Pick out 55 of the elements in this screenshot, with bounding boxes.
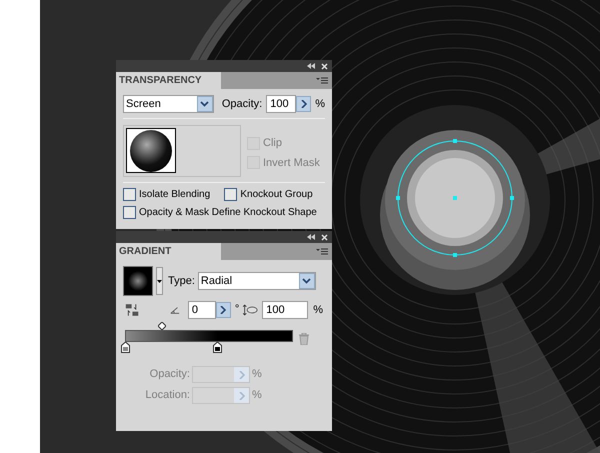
stop-field-label: Opacity: (148, 367, 190, 382)
aspect-ratio-field[interactable]: 100 (262, 301, 308, 319)
collapse-icon[interactable] (307, 63, 315, 69)
panel-tab[interactable]: TRANSPARENCY (116, 72, 221, 89)
chevron-right-icon (220, 306, 226, 314)
chevron-down-icon (200, 101, 210, 107)
thumbnail[interactable] (126, 128, 176, 173)
chevron-down-icon (302, 278, 312, 284)
chevron-right-icon (300, 100, 307, 108)
type-value: Radial (200, 274, 234, 289)
aspect-ratio-icon (243, 303, 258, 317)
chevron-right-icon (238, 370, 244, 378)
type-dropdown[interactable]: Radial (198, 272, 316, 290)
degree-unit: ° (234, 302, 240, 317)
type-label: Type: (168, 274, 195, 289)
stepper-button[interactable] (296, 96, 312, 112)
angle-icon (170, 305, 180, 315)
stop-field[interactable] (192, 387, 250, 404)
opacity-field[interactable]: 100 (266, 95, 296, 113)
collapse-icon[interactable] (307, 234, 315, 240)
stop-field-label: Location: (144, 388, 190, 404)
reverse-gradient-icon[interactable] (125, 302, 140, 318)
color-stop-icon[interactable] (212, 342, 222, 353)
panel-title: GRADIENT (119, 245, 172, 259)
stepper-button[interactable] (216, 302, 231, 318)
opacity-label: Opacity: (222, 96, 262, 112)
gradient-swatch[interactable] (123, 266, 153, 296)
percent-unit: % (252, 367, 262, 382)
caret-icon (157, 280, 162, 282)
dropdown-button[interactable] (298, 273, 315, 289)
menu-icon[interactable] (316, 77, 328, 85)
checkbox[interactable] (123, 188, 136, 201)
blend-mode-dropdown[interactable]: Screen (123, 95, 214, 113)
close-icon[interactable] (321, 62, 328, 70)
panel-tab[interactable]: GRADIENT (116, 243, 221, 260)
angle-field[interactable]: 0 (188, 301, 216, 319)
percent-unit: % (252, 388, 262, 404)
swatch-dropdown-button[interactable] (156, 267, 163, 295)
percent-unit: % (315, 96, 325, 112)
chevron-right-icon (238, 392, 244, 400)
checkbox-label: Invert Mask (263, 156, 320, 170)
panel-title: TRANSPARENCY (119, 74, 202, 88)
blend-mode-value: Screen (125, 96, 162, 112)
checkbox-label: Knockout Group (240, 188, 313, 202)
close-icon[interactable] (321, 234, 328, 240)
stop-field[interactable] (192, 366, 250, 383)
percent-unit: % (313, 302, 323, 318)
checkbox-label: Isolate Blending (139, 188, 210, 202)
checkbox[interactable] (123, 206, 136, 219)
color-stop-icon[interactable] (120, 342, 130, 353)
menu-icon[interactable] (316, 248, 328, 256)
dropdown-button[interactable] (196, 96, 213, 112)
checkbox[interactable] (224, 188, 238, 201)
checkbox-label: Clip (263, 136, 282, 151)
checkbox-label: Opacity & Mask Define Knockout Shape (139, 206, 317, 220)
